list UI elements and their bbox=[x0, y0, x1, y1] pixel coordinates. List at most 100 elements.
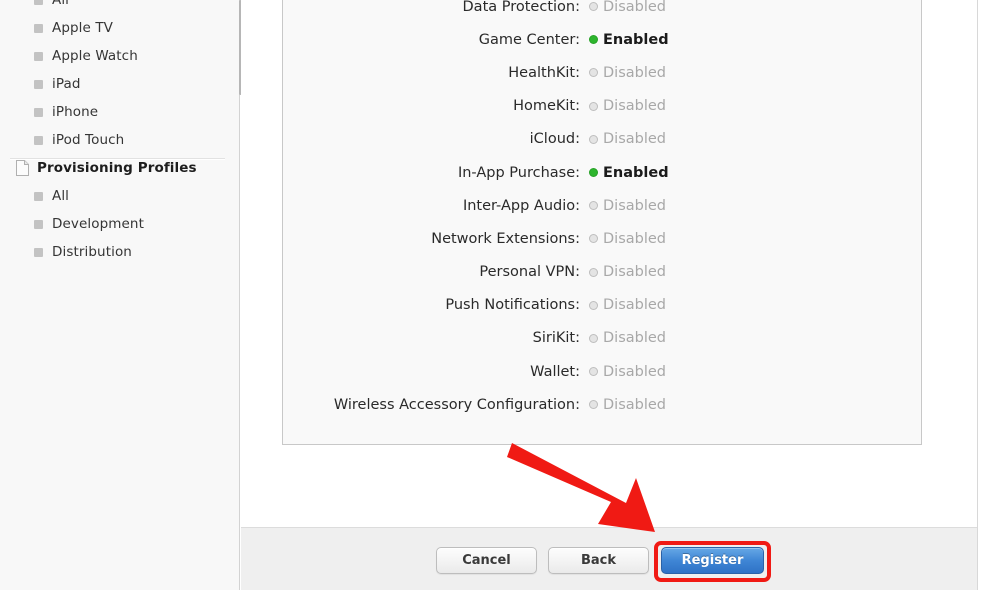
status-disabled-dot-icon bbox=[589, 267, 598, 277]
capability-status-label: Disabled bbox=[603, 330, 666, 347]
capability-status: Disabled bbox=[580, 364, 666, 380]
capability-row: Wallet: Disabled bbox=[283, 355, 921, 388]
sidebar-item-label: iPhone bbox=[52, 104, 99, 120]
main-content: Data Protection: Disabled Game Center: Enab… bbox=[241, 0, 982, 590]
square-bullet-icon bbox=[34, 107, 43, 117]
status-disabled-dot-icon bbox=[589, 400, 598, 410]
capability-row: Data Protection: Disabled bbox=[283, 0, 921, 23]
sidebar-item-label: iPod Touch bbox=[52, 132, 125, 148]
capability-name: Wallet: bbox=[530, 363, 580, 380]
sidebar-item-label: All bbox=[52, 0, 70, 8]
capability-row: Push Notifications: Disabled bbox=[283, 289, 921, 322]
sidebar-item-label: Distribution bbox=[52, 244, 132, 260]
capability-name: Inter-App Audio: bbox=[462, 197, 580, 214]
status-disabled-dot-icon bbox=[589, 333, 598, 343]
capability-row: Network Extensions: Disabled bbox=[283, 222, 921, 255]
square-bullet-icon bbox=[34, 79, 43, 89]
sidebar-item-iphone[interactable]: iPhone bbox=[0, 98, 239, 126]
capability-status: Disabled bbox=[580, 330, 666, 346]
cancel-button-label: Cancel bbox=[462, 553, 511, 568]
square-bullet-icon bbox=[34, 135, 43, 145]
status-disabled-dot-icon bbox=[589, 367, 598, 377]
square-bullet-icon bbox=[34, 247, 43, 257]
capability-status: Enabled bbox=[580, 32, 669, 48]
status-disabled-dot-icon bbox=[589, 300, 598, 310]
sidebar-item-apple-tv[interactable]: Apple TV bbox=[0, 14, 239, 42]
sidebar-item-all[interactable]: All bbox=[0, 0, 239, 14]
status-disabled-dot-icon bbox=[589, 201, 598, 211]
capability-status-label: Enabled bbox=[603, 31, 669, 48]
capability-status-label: Disabled bbox=[603, 0, 666, 15]
status-disabled-dot-icon bbox=[589, 68, 598, 78]
sidebar-item-label: Apple TV bbox=[52, 20, 114, 36]
status-disabled-dot-icon bbox=[589, 134, 598, 144]
capability-row: Wireless Accessory Configuration: Disable… bbox=[283, 388, 921, 421]
capability-status: Disabled bbox=[580, 297, 666, 313]
capabilities-list: Data Protection: Disabled Game Center: Enab… bbox=[283, 0, 921, 421]
sidebar-item-ipad[interactable]: iPad bbox=[0, 70, 239, 98]
capability-status-label: Disabled bbox=[603, 363, 666, 380]
sidebar-item-development[interactable]: Development bbox=[0, 210, 239, 238]
square-bullet-icon bbox=[34, 191, 43, 201]
back-button[interactable]: Back bbox=[548, 547, 649, 574]
capability-row: Inter-App Audio: Disabled bbox=[283, 189, 921, 222]
capability-name: Personal VPN: bbox=[479, 264, 580, 281]
sidebar-item-label: iPad bbox=[52, 76, 81, 92]
capability-name: Push Notifications: bbox=[445, 297, 580, 314]
app-window: All Apple TV Apple Watch iPad iPhone iPod Tou… bbox=[0, 0, 982, 590]
capability-status: Enabled bbox=[580, 165, 669, 181]
capability-row: iCloud: Disabled bbox=[283, 123, 921, 156]
sidebar-item-distribution[interactable]: Distribution bbox=[0, 238, 239, 266]
cancel-button[interactable]: Cancel bbox=[436, 547, 537, 574]
capability-row: HealthKit: Disabled bbox=[283, 56, 921, 89]
capability-status: Disabled bbox=[580, 264, 666, 280]
document-icon bbox=[16, 160, 29, 176]
capability-status-label: Enabled bbox=[603, 164, 669, 181]
capability-row: SiriKit: Disabled bbox=[283, 322, 921, 355]
sidebar-item-label: Apple Watch bbox=[52, 48, 138, 64]
status-enabled-dot-icon bbox=[589, 168, 598, 178]
capability-status: Disabled bbox=[580, 397, 666, 413]
capabilities-panel: Data Protection: Disabled Game Center: Enab… bbox=[282, 0, 922, 445]
capability-status: Disabled bbox=[580, 98, 666, 114]
capability-status-label: Disabled bbox=[603, 197, 666, 214]
sidebar-item-all[interactable]: All bbox=[0, 182, 239, 210]
capability-status: Disabled bbox=[580, 0, 666, 15]
square-bullet-icon bbox=[34, 51, 43, 61]
capability-status: Disabled bbox=[580, 131, 666, 147]
sidebar-nav-list: All Apple TV Apple Watch iPad iPhone iPod Tou… bbox=[0, 0, 239, 266]
square-bullet-icon bbox=[34, 0, 43, 5]
capability-row: In-App Purchase: Enabled bbox=[283, 156, 921, 189]
capability-status-label: Disabled bbox=[603, 64, 666, 81]
sidebar-item-label: Provisioning Profiles bbox=[37, 160, 197, 176]
status-disabled-dot-icon bbox=[589, 2, 598, 12]
window-right-edge bbox=[977, 0, 978, 590]
square-bullet-icon bbox=[34, 219, 43, 229]
sidebar: All Apple TV Apple Watch iPad iPhone iPod Tou… bbox=[0, 0, 240, 590]
capability-row: Game Center: Enabled bbox=[283, 23, 921, 56]
capability-name: HomeKit: bbox=[513, 98, 580, 115]
capability-name: Game Center: bbox=[478, 31, 580, 48]
sidebar-item-label: All bbox=[52, 188, 70, 204]
capability-status: Disabled bbox=[580, 65, 666, 81]
capability-name: In-App Purchase: bbox=[457, 164, 580, 181]
capability-name: Network Extensions: bbox=[431, 230, 580, 247]
capability-status-label: Disabled bbox=[603, 230, 666, 247]
capability-status: Disabled bbox=[580, 231, 666, 247]
capability-status-label: Disabled bbox=[603, 297, 666, 314]
sidebar-item-ipod-touch[interactable]: iPod Touch bbox=[0, 126, 239, 154]
sidebar-item-apple-watch[interactable]: Apple Watch bbox=[0, 42, 239, 70]
capability-name: Data Protection: bbox=[462, 0, 580, 15]
register-button[interactable]: Register bbox=[661, 547, 764, 574]
capability-row: Personal VPN: Disabled bbox=[283, 256, 921, 289]
capability-name: HealthKit: bbox=[508, 64, 580, 81]
back-button-label: Back bbox=[580, 553, 617, 568]
sidebar-divider bbox=[10, 158, 225, 160]
capability-status: Disabled bbox=[580, 198, 666, 214]
capability-status-label: Disabled bbox=[603, 396, 666, 413]
capability-name: iCloud: bbox=[529, 131, 580, 148]
capability-status-label: Disabled bbox=[603, 98, 666, 115]
capability-row: HomeKit: Disabled bbox=[283, 90, 921, 123]
capability-name: Wireless Accessory Configuration: bbox=[333, 396, 580, 413]
register-button-label: Register bbox=[681, 553, 744, 568]
